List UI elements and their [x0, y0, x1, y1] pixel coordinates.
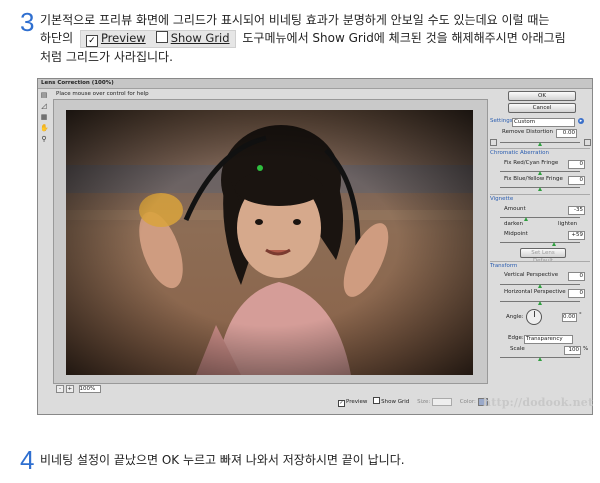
preview-checkbox-label: Preview: [346, 399, 368, 405]
preview-canvas[interactable]: [53, 99, 488, 384]
set-lens-default-button[interactable]: Set Lens Default: [520, 248, 566, 264]
step-3-line-3-text: 처럼 그리드가 사라집니다.: [40, 50, 173, 64]
remove-distortion-tool-icon[interactable]: ▤: [40, 91, 48, 99]
remove-distortion-input[interactable]: 0.00: [556, 129, 577, 138]
scale-row: Scale 100 %: [490, 345, 590, 355]
grid-size-field[interactable]: [431, 397, 452, 406]
remove-distortion-row: Remove Distortion 0.00: [490, 128, 590, 138]
edge-label: Edge:: [508, 335, 524, 341]
fix-red-cyan-row: Fix Red/Cyan Fringe 0: [490, 159, 590, 169]
angle-unit: °: [579, 312, 582, 318]
grid-color-label: Color:: [459, 399, 476, 405]
settings-panel: OK Cancel Settings: Custom ▸ Remove Dist…: [490, 91, 591, 406]
dialog-title: Lens Correction (100%): [38, 79, 592, 89]
fix-blue-yellow-label: Fix Blue/Yellow Fringe: [504, 176, 563, 182]
preview-showgrid-snippet: ✓ Preview Show Grid: [79, 30, 236, 48]
settings-select[interactable]: Custom: [512, 118, 575, 127]
amount-row: Amount -35: [490, 205, 590, 215]
show-grid-checkbox-label: Show Grid: [381, 399, 410, 405]
zoom-tool-icon[interactable]: ⚲: [40, 135, 48, 143]
angle-input[interactable]: 0.00: [562, 313, 577, 322]
angle-label: Angle:: [506, 314, 524, 320]
amount-slider-track[interactable]: [500, 217, 580, 218]
scale-slider-thumb[interactable]: [538, 357, 542, 361]
fix-red-cyan-input[interactable]: 0: [568, 160, 585, 169]
help-hint: Place mouse over control for help: [56, 91, 149, 97]
move-grid-tool-icon[interactable]: ▦: [40, 113, 48, 121]
angle-row: Angle: 0.00 °: [490, 309, 590, 325]
horizontal-perspective-input[interactable]: 0: [568, 289, 585, 298]
vertical-perspective-label: Vertical Perspective: [504, 272, 559, 278]
show-grid-checkbox[interactable]: [373, 397, 381, 404]
remove-distortion-pincushion-icon: [490, 139, 497, 146]
horizontal-perspective-row: Horizontal Perspective 0: [490, 288, 590, 298]
tool-strip: ▤ ◿ ▦ ✋ ⚲: [40, 91, 50, 146]
show-grid-toggle[interactable]: Show Grid: [373, 397, 410, 405]
snippet-preview-checkbox: ✓: [85, 35, 98, 47]
remove-distortion-barrel-icon: [584, 139, 591, 146]
zoom-bar: - + 100%: [53, 385, 486, 394]
settings-menu-icon[interactable]: ▸: [578, 118, 584, 124]
straighten-tool-icon[interactable]: ◿: [40, 102, 48, 110]
hand-tool-icon[interactable]: ✋: [40, 124, 49, 132]
midpoint-slider-track[interactable]: [500, 242, 580, 243]
snippet-showgrid-checkbox: [155, 31, 168, 43]
horizontal-perspective-slider-thumb[interactable]: [538, 301, 542, 305]
midpoint-row: Midpoint +59: [490, 230, 590, 240]
amount-label: Amount: [504, 206, 526, 212]
step-4-text: 비네팅 설정이 끝났으면 OK 누르고 빠져 나와서 저장하시면 끝이 납니다.: [40, 453, 405, 467]
scale-label: Scale: [510, 346, 525, 352]
preview-toggle[interactable]: ✓ Preview: [338, 399, 368, 407]
snippet-showgrid: Show Grid: [155, 31, 230, 45]
step-3-line-2-after: 도구메뉴에서 Show Grid에 체크된 것을 해제해주시면 아래그림: [242, 31, 566, 45]
step-3-line-2-before: 하단의: [40, 31, 74, 45]
snippet-preview-label: Preview: [100, 31, 146, 45]
edge-select[interactable]: Transparency: [524, 335, 573, 344]
midpoint-slider-thumb[interactable]: [552, 242, 556, 246]
preview-photo: [66, 110, 473, 375]
fix-blue-yellow-slider-thumb[interactable]: [538, 187, 542, 191]
step-3-line-1-text: 기본적으로 프리뷰 화면에 그리드가 표시되어 비네팅 효과가 분명하게 안보일…: [40, 13, 550, 27]
fix-blue-yellow-input[interactable]: 0: [568, 176, 585, 185]
midpoint-input[interactable]: +59: [568, 231, 585, 240]
chromatic-aberration-section: Chromatic Aberration: [490, 148, 590, 156]
ok-button[interactable]: OK: [508, 91, 576, 101]
amount-input[interactable]: -35: [568, 206, 585, 215]
lighten-label: lighten: [558, 221, 578, 227]
scale-unit: %: [583, 346, 589, 352]
zoom-level-select[interactable]: 100%: [78, 385, 101, 393]
remove-distortion-slider-thumb[interactable]: [538, 142, 542, 146]
vignette-section: Vignette: [490, 194, 590, 202]
snippet-showgrid-label: Show Grid: [170, 31, 230, 45]
settings-row: Settings: Custom ▸: [490, 117, 590, 127]
darken-label: darken: [504, 221, 523, 227]
angle-dial[interactable]: [526, 309, 542, 325]
step-3-line-2: 하단의 ✓ Preview Show Grid 도구메뉴에서 Show Grid에 …: [40, 30, 566, 48]
grid-size-label: Size:: [417, 399, 431, 405]
amount-range-labels: darken lighten: [490, 220, 590, 229]
vertical-perspective-row: Vertical Perspective 0: [490, 271, 590, 281]
step-4-number: 4: [20, 445, 35, 475]
midpoint-label: Midpoint: [504, 231, 528, 237]
scale-input[interactable]: 100: [564, 346, 581, 355]
preview-checkbox[interactable]: ✓: [338, 400, 345, 407]
cancel-button[interactable]: Cancel: [508, 103, 576, 113]
lens-correction-dialog: Lens Correction (100%) ▤ ◿ ▦ ✋ ⚲ Place m…: [37, 78, 593, 415]
snippet-preview: ✓ Preview: [85, 31, 146, 47]
step-3-number: 3: [20, 7, 35, 37]
fix-red-cyan-label: Fix Red/Cyan Fringe: [504, 160, 559, 166]
edge-row: Edge: Transparency: [490, 334, 590, 344]
zoom-out-button[interactable]: -: [56, 385, 64, 393]
fix-blue-yellow-row: Fix Blue/Yellow Fringe 0: [490, 175, 590, 185]
settings-label: Settings:: [490, 118, 515, 124]
step-3-line-1: 기본적으로 프리뷰 화면에 그리드가 표시되어 비네팅 효과가 분명하게 안보일…: [40, 12, 549, 28]
zoom-in-button[interactable]: +: [65, 385, 74, 393]
transform-section: Transform: [490, 261, 590, 269]
site-watermark: http://dodook.net: [483, 396, 594, 409]
girl-photo-image: [66, 110, 473, 375]
remove-distortion-label: Remove Distortion: [502, 129, 554, 135]
step-3-line-3: 처럼 그리드가 사라집니다.: [40, 49, 173, 65]
horizontal-perspective-label: Horizontal Perspective: [504, 289, 566, 295]
vertical-perspective-input[interactable]: 0: [568, 272, 585, 281]
